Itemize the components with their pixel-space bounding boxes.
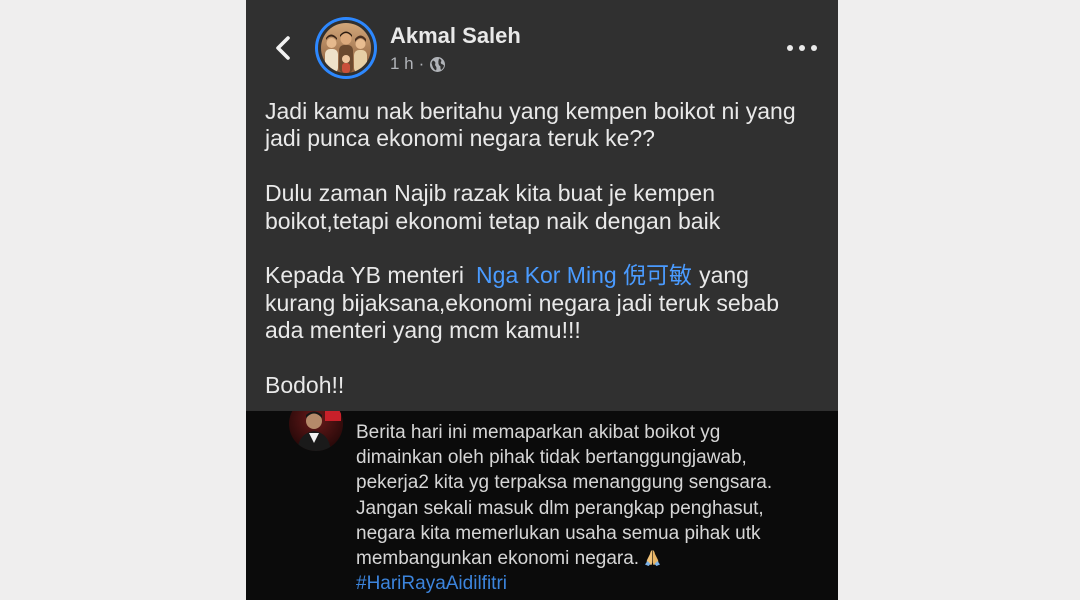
tweet-text: Berita hari ini memaparkan akibat boikot… — [356, 420, 826, 596]
tweet-hashtag: #HariRayaAidilfitri — [356, 573, 507, 595]
post-paragraph: Jadi kamu nak beritahu yang kempen boiko… — [265, 98, 825, 153]
author-avatar-photo — [321, 23, 371, 73]
post-text-line: ada menteri yang mcm kamu!!! — [265, 317, 581, 344]
mention-link[interactable]: Nga Kor Ming 倪可敏 — [476, 262, 692, 288]
tweet-text-segment: membangunkan ekonomi negara. — [356, 547, 640, 569]
post-text-line: Kepada YB menteri Nga Kor Ming 倪可敏 yang — [265, 262, 825, 289]
attached-tweet-screenshot[interactable]: Berita hari ini memaparkan akibat boikot… — [246, 411, 838, 600]
post-paragraph: Bodoh!! — [265, 372, 825, 399]
facebook-post: Akmal Saleh 1 h · Jadi kamu nak beritahu… — [246, 0, 838, 411]
post-text-line: boikot,tetapi ekonomi tetap naik dengan … — [265, 207, 721, 234]
post-text-segment: yang — [699, 262, 749, 289]
more-horizontal-icon-dot — [799, 45, 805, 51]
back-button[interactable] — [273, 35, 295, 61]
post-paragraph: Dulu zaman Najib razak kita buat je kemp… — [265, 180, 825, 235]
post-text-line: Jadi kamu nak beritahu yang kempen boiko… — [265, 98, 796, 124]
tweet-text-line: negara kita memerlukan usaha semua pihak… — [356, 522, 761, 544]
more-options-button[interactable] — [787, 38, 817, 58]
tweet-text-line: dimainkan oleh pihak tidak bertanggungja… — [356, 447, 747, 469]
tweet-author-avatar — [289, 411, 343, 451]
author-avatar[interactable] — [315, 17, 377, 79]
post-text-line: Bodoh!! — [265, 371, 345, 398]
author-name[interactable]: Akmal Saleh — [390, 23, 521, 49]
post-timestamp[interactable]: 1 h — [390, 54, 414, 74]
more-horizontal-icon-dot — [811, 45, 817, 51]
folded-hands-icon — [643, 548, 662, 567]
post-text-line: jadi punca ekonomi negara teruk ke?? — [265, 125, 655, 152]
tweet-text-line-with-emoji: membangunkan ekonomi negara. — [356, 546, 826, 571]
post-text: Jadi kamu nak beritahu yang kempen boiko… — [265, 98, 825, 411]
meta-separator: · — [418, 54, 425, 73]
post-column: Akmal Saleh 1 h · Jadi kamu nak beritahu… — [246, 0, 838, 600]
more-horizontal-icon-dot — [787, 45, 793, 51]
post-text-segment: Kepada YB menteri — [265, 262, 465, 289]
post-text-line: kurang bijaksana,ekonomi negara jadi ter… — [265, 289, 779, 316]
post-paragraph: Kepada YB menteri Nga Kor Ming 倪可敏 yang ku… — [265, 262, 825, 344]
post-text-line: Dulu zaman Najib razak kita buat je kemp… — [265, 180, 716, 207]
tweet-text-line: pekerja2 kita yg terpaksa menanggung sen… — [356, 472, 773, 494]
post-meta: 1 h · — [390, 54, 446, 74]
chevron-left-icon — [276, 36, 290, 60]
tweet-text-line: Berita hari ini memaparkan akibat boikot… — [356, 422, 721, 443]
tweet-text-line: Jangan sekali masuk dlm perangkap pengha… — [356, 497, 764, 519]
globe-icon — [429, 56, 446, 73]
